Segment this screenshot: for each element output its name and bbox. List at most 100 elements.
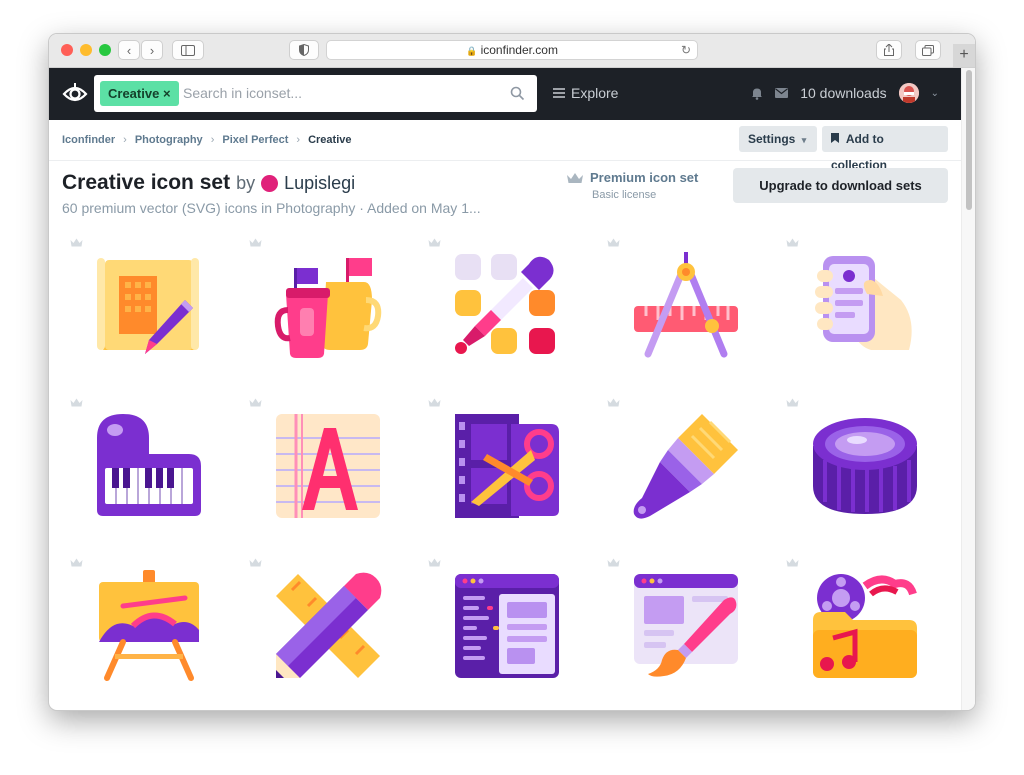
icon-tile[interactable] [228,550,407,710]
share-button[interactable] [876,40,902,60]
breadcrumb-item-iconfinder[interactable]: Iconfinder [62,134,115,146]
shield-icon [299,44,309,56]
crown-icon [786,398,799,407]
color-dropper-icon[interactable] [451,250,563,362]
tabs-icon [922,44,934,56]
icon-tile[interactable] [765,230,944,390]
search-input[interactable]: Search in iconset... [183,85,302,101]
chevron-down-icon[interactable]: ⌄ [931,88,939,99]
paint-bucket-flags-icon[interactable] [272,250,384,362]
bell-icon[interactable] [751,87,763,100]
icon-tile[interactable] [407,390,586,550]
sidebar-toggle-button[interactable] [172,40,204,60]
icon-tile[interactable] [765,390,944,550]
code-window-icon[interactable] [451,570,563,682]
search-box[interactable]: Creative × Search in iconset... [94,75,537,112]
settings-button[interactable]: Settings ▾ [739,126,817,152]
easel-painting-icon[interactable] [93,570,205,682]
icon-tile[interactable] [49,390,228,550]
zoom-window-button[interactable] [99,44,111,56]
chevron-left-icon: ‹ [126,42,132,58]
premium-license: Basic license [592,189,657,201]
page-scrollbar[interactable] [961,68,975,710]
film-scissors-icon[interactable] [451,410,563,522]
share-icon [884,44,894,56]
crown-icon [249,238,262,247]
chevron-right-icon: › [296,134,301,146]
sidebar-icon [181,44,195,56]
forward-button[interactable]: › [141,40,163,60]
add-collection-label: Add to collection [831,132,888,172]
premium-title: Premium icon set [590,170,699,185]
url-text: iconfinder.com [480,43,558,57]
breadcrumb: Iconfinder › Photography › Pixel Perfect… [62,134,352,146]
icon-tile[interactable] [586,550,765,710]
piano-keyboard-icon[interactable] [93,410,205,522]
explore-menu[interactable]: Explore [553,85,618,101]
breadcrumb-item-pixel-perfect[interactable]: Pixel Perfect [222,134,288,146]
icon-tile[interactable] [49,230,228,390]
crown-icon [607,238,620,247]
user-avatar[interactable] [898,83,919,103]
icon-tile[interactable] [765,550,944,710]
bookmark-icon [831,133,839,143]
chevron-down-icon: ▾ [801,135,807,145]
search-filter-tag[interactable]: Creative × [100,81,179,106]
back-button[interactable]: ‹ [118,40,140,60]
iconset-subtitle: 60 premium vector (SVG) icons in Photogr… [62,200,481,216]
icon-tile[interactable] [228,390,407,550]
close-window-button[interactable] [61,44,73,56]
downloads-counter[interactable]: 10 downloads [800,85,886,101]
icon-tile[interactable] [49,550,228,710]
phone-hand-icon[interactable] [809,250,921,362]
icon-tile[interactable] [228,230,407,390]
typography-letter-icon[interactable] [272,410,384,522]
paint-brush-icon[interactable] [630,410,742,522]
mail-icon[interactable] [775,88,789,98]
crown-icon [607,398,620,407]
search-tag-label: Creative [108,86,160,101]
tabs-overview-button[interactable] [915,40,941,60]
author-link[interactable]: Lupislegi [284,173,355,194]
design-window-brush-icon[interactable] [630,570,742,682]
icon-tile[interactable] [586,230,765,390]
iconfinder-logo-icon[interactable] [61,80,89,108]
crown-icon [428,558,441,567]
chevron-right-icon: › [210,134,215,146]
search-icon[interactable] [510,86,525,101]
breadcrumb-item-creative[interactable]: Creative [308,134,351,146]
privacy-shield-button[interactable] [289,40,319,60]
chevron-right-icon: › [123,134,127,146]
icon-tile[interactable] [586,390,765,550]
crown-icon [428,398,441,407]
icon-tile[interactable] [407,550,586,710]
ruler-pencil-icon[interactable] [272,570,384,682]
breadcrumb-item-photography[interactable]: Photography [135,134,203,146]
reload-icon[interactable]: ↻ [681,41,691,59]
address-bar[interactable]: 🔒 iconfinder.com ↻ [326,40,698,60]
crown-icon [70,558,83,567]
crown-icon [428,238,441,247]
minimize-window-button[interactable] [80,44,92,56]
by-label: by [236,172,256,193]
settings-label: Settings [748,132,796,146]
icon-tile[interactable] [407,230,586,390]
lens-cap-icon[interactable] [809,410,921,522]
nav-right-group: 10 downloads ⌄ [751,83,939,103]
author-avatar[interactable] [261,174,279,192]
tag-close-icon[interactable]: × [163,86,171,101]
crown-icon [607,558,620,567]
crown-icon [567,172,583,183]
crown-icon [786,238,799,247]
crown-icon [70,398,83,407]
new-tab-button[interactable]: + [953,44,975,67]
iconset-title-row: Creative icon set by Lupislegi [62,171,355,195]
film-reel-music-folder-icon[interactable] [809,570,921,682]
blueprint-pen-icon[interactable] [93,250,205,362]
scrollbar-thumb[interactable] [966,70,972,210]
browser-window: ‹ › 🔒 iconfinder.com ↻ + Creative × Sear… [49,34,975,710]
upgrade-button[interactable]: Upgrade to download sets [733,168,948,203]
compass-ruler-icon[interactable] [630,250,742,362]
add-to-collection-button[interactable]: Add to collection [822,126,948,172]
crown-icon [249,398,262,407]
